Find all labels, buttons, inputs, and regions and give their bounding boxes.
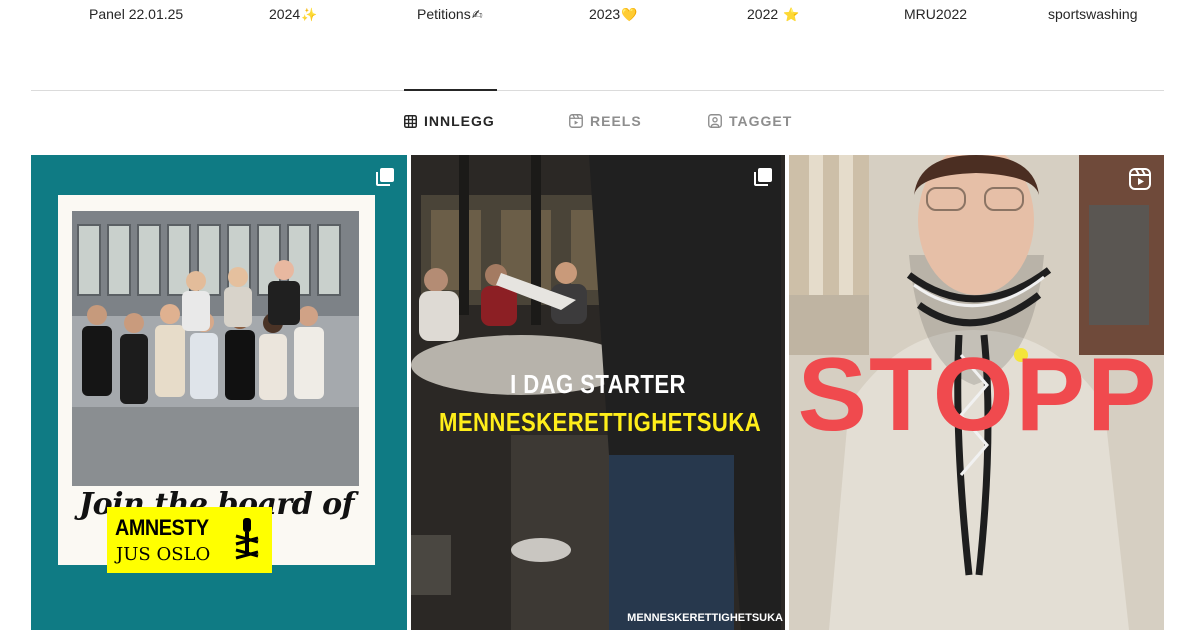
tab-posts[interactable]: INNLEGG [404, 89, 497, 151]
sparkles-icon: ✨ [301, 7, 318, 22]
highlight-label: 2023 [589, 6, 621, 22]
carousel-icon [753, 167, 773, 192]
reels-icon [569, 114, 583, 128]
profile-tabs: INNLEGG REELS TAGGET [0, 89, 1200, 151]
highlight-label: sportswashing [1048, 6, 1138, 22]
post-tile-human-rights-week[interactable]: I DAG STARTER MENNESKERETTIGHETSUKA MENN… [411, 155, 785, 630]
tab-tagged[interactable]: TAGGET [708, 91, 792, 151]
highlight-label: MRU2022 [904, 6, 968, 22]
star-icon: ⭐ [783, 7, 800, 22]
group-photo [72, 211, 359, 486]
story-highlights: Panel 22.01.25 2024✨ Petitions✍ 2023💛 20… [0, 0, 1200, 30]
highlight-item[interactable]: 2023💛 [589, 6, 637, 23]
post-tile-stopp-reel[interactable]: STOPP [789, 155, 1164, 630]
overlay-footer: MENNESKERETTIGHETSUKA [627, 612, 783, 624]
highlight-item[interactable]: 2022 ⭐ [747, 6, 799, 23]
highlight-item[interactable]: Panel 22.01.25 [89, 6, 183, 22]
logo-line2: JUS OSLO [116, 544, 211, 565]
post-tile-amnesty[interactable]: Join the board of AMNESTY JUS OSLO [31, 155, 407, 630]
overlay-line2: MENNESKERETTIGHETSUKA [439, 407, 762, 437]
highlight-item[interactable]: Petitions✍ [417, 6, 483, 23]
candle-icon [235, 518, 259, 560]
highlight-item[interactable]: sportswashing [1048, 6, 1138, 22]
yellow-heart-icon: 💛 [621, 7, 638, 22]
grid-icon [404, 114, 417, 128]
tab-label: TAGGET [729, 113, 793, 129]
highlight-label: Petitions [417, 6, 471, 22]
overlay-line1: I DAG STARTER [510, 369, 686, 399]
highlight-item[interactable]: MRU2022 [904, 6, 967, 22]
highlight-item[interactable]: 2024✨ [269, 6, 317, 23]
carousel-icon [375, 167, 395, 192]
logo-line1: AMNESTY [115, 515, 209, 540]
tab-reels[interactable]: REELS [569, 91, 642, 151]
amnesty-logo: AMNESTY JUS OSLO [107, 507, 272, 573]
highlight-label: 2024 [269, 6, 301, 22]
overlay-stopp-text: STOPP [797, 337, 1159, 453]
highlight-label: Panel 22.01.25 [89, 6, 184, 22]
tagged-icon [708, 114, 722, 128]
writing-hand-icon: ✍ [471, 7, 483, 22]
tab-label: REELS [590, 113, 642, 129]
highlight-label: 2022 [747, 6, 779, 22]
tab-label: INNLEGG [424, 113, 495, 129]
reel-icon [1128, 167, 1152, 196]
